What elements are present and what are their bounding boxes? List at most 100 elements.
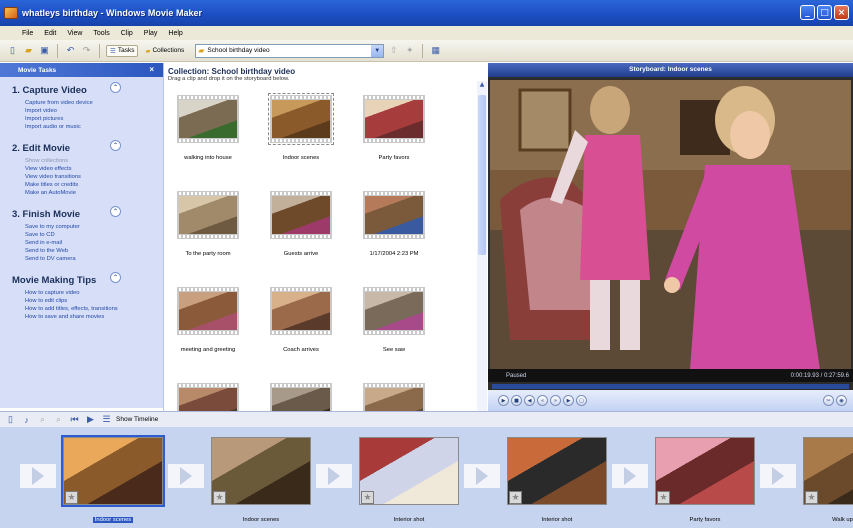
storyboard-clip[interactable]: ★ Interior shot xyxy=(359,437,459,523)
task-link[interactable]: Send to the Web xyxy=(0,247,163,255)
task-link[interactable]: Import video xyxy=(0,107,163,115)
task-link[interactable]: How to capture video xyxy=(0,289,163,297)
star-icon[interactable]: ★ xyxy=(509,491,522,504)
show-timeline-button[interactable]: Show Timeline xyxy=(116,416,158,423)
stop-icon[interactable]: ■ xyxy=(511,395,522,406)
collapse-chevron-icon[interactable]: ⌃ xyxy=(110,140,121,151)
transition-slot[interactable] xyxy=(464,464,500,488)
redo-icon[interactable]: ↷ xyxy=(80,44,93,57)
open-icon[interactable]: ▰ xyxy=(22,44,35,57)
task-link[interactable]: Make titles or credits xyxy=(0,181,163,189)
collection-clip[interactable] xyxy=(177,383,239,411)
star-icon[interactable]: ★ xyxy=(657,491,670,504)
star-icon[interactable]: ★ xyxy=(65,491,78,504)
star-icon[interactable]: ★ xyxy=(213,491,226,504)
transition-slot[interactable] xyxy=(20,464,56,488)
snapshot-icon[interactable]: ◉ xyxy=(836,395,847,406)
seek-bar[interactable] xyxy=(492,384,849,389)
task-link[interactable]: How to edit clips xyxy=(0,297,163,305)
new-folder-icon[interactable]: ✦ xyxy=(403,44,416,57)
menu-play[interactable]: Play xyxy=(144,30,158,37)
task-link[interactable]: Import pictures xyxy=(0,115,163,123)
storyboard-clip[interactable]: ★ Walk up to party xyxy=(803,437,853,523)
save-icon[interactable]: ▣ xyxy=(38,44,51,57)
rewind-icon[interactable]: « xyxy=(537,395,548,406)
menu-view[interactable]: View xyxy=(67,30,82,37)
toolbar-separator xyxy=(57,43,58,58)
task-link[interactable]: Send in e-mail xyxy=(0,239,163,247)
play-icon[interactable]: ▶ xyxy=(498,395,509,406)
task-link[interactable]: View video effects xyxy=(0,165,163,173)
task-link[interactable]: How to save and share movies xyxy=(0,313,163,321)
menu-clip[interactable]: Clip xyxy=(121,30,133,37)
close-button[interactable]: × xyxy=(834,5,849,20)
collection-clip[interactable]: To the party room xyxy=(177,191,239,257)
maximize-button[interactable]: □ xyxy=(817,5,832,20)
forward-icon[interactable]: » xyxy=(550,395,561,406)
collections-button[interactable]: ▰ Collections xyxy=(141,45,188,57)
chevron-down-icon[interactable]: ▼ xyxy=(371,44,384,57)
collection-select[interactable]: ▰ School birthday video ▼ xyxy=(195,43,385,58)
storyboard-clip[interactable]: ★ Indoor scenes xyxy=(61,435,165,523)
task-link[interactable]: Make an AutoMovie xyxy=(0,189,163,197)
next-frame-icon[interactable]: ▶ xyxy=(563,395,574,406)
transition-slot[interactable] xyxy=(168,464,204,488)
close-icon[interactable]: × xyxy=(149,65,154,74)
task-link[interactable]: How to add titles, effects, transitions xyxy=(0,305,163,313)
task-link[interactable]: View video transitions xyxy=(0,173,163,181)
storyboard-clip[interactable]: ★ Indoor scenes xyxy=(211,437,311,523)
transition-slot[interactable] xyxy=(760,464,796,488)
task-section-title[interactable]: 3. Finish Movie ⌃ xyxy=(0,201,163,221)
rewind-storyboard-icon[interactable]: ⏮ xyxy=(68,413,81,426)
menu-file[interactable]: File xyxy=(22,30,33,37)
new-project-icon[interactable]: ▯ xyxy=(6,44,19,57)
task-section-title[interactable]: 1. Capture Video ⌃ xyxy=(0,77,163,97)
up-folder-icon[interactable]: ⇧ xyxy=(387,44,400,57)
views-icon[interactable]: ▦ xyxy=(429,44,442,57)
minimize-button[interactable]: _ xyxy=(800,5,815,20)
scrollbar-thumb[interactable] xyxy=(478,95,486,255)
storyboard-clip[interactable]: ★ Interior shot xyxy=(507,437,607,523)
transition-slot[interactable] xyxy=(612,464,648,488)
menu-edit[interactable]: Edit xyxy=(44,30,56,37)
task-link[interactable]: Save to CD xyxy=(0,231,163,239)
tasks-button[interactable]: ☰ Tasks xyxy=(106,44,139,57)
menu-help[interactable]: Help xyxy=(168,30,182,37)
collection-clip[interactable]: Coach arrives xyxy=(270,287,332,353)
task-link[interactable]: Save to my computer xyxy=(0,223,163,231)
star-icon[interactable]: ★ xyxy=(361,491,374,504)
star-icon[interactable]: ★ xyxy=(805,491,818,504)
fullscreen-icon[interactable]: ▢ xyxy=(576,395,587,406)
play-storyboard-icon[interactable]: ▶ xyxy=(84,413,97,426)
collection-clip[interactable]: walking into house xyxy=(177,95,239,161)
zoom-in-icon[interactable]: ⌕ xyxy=(36,413,49,426)
collection-clip[interactable]: Party favors xyxy=(363,95,425,161)
collapse-chevron-icon[interactable]: ⌃ xyxy=(110,206,121,217)
split-icon[interactable]: ✂ xyxy=(823,395,834,406)
narrate-icon[interactable]: ▯ xyxy=(4,413,17,426)
task-link[interactable]: Capture from video device xyxy=(0,99,163,107)
task-link[interactable]: Send to DV camera xyxy=(0,255,163,263)
transition-slot[interactable] xyxy=(316,464,352,488)
task-section-title[interactable]: 2. Edit Movie ⌃ xyxy=(0,135,163,155)
collection-scrollbar[interactable]: ▲ xyxy=(477,81,487,411)
collection-clip[interactable]: 1/17/2004 2:23 PM xyxy=(363,191,425,257)
collection-clip[interactable] xyxy=(270,383,332,411)
task-link[interactable]: Import audio or music xyxy=(0,123,163,131)
collapse-chevron-icon[interactable]: ⌃ xyxy=(110,82,121,93)
storyboard-clip[interactable]: ★ Party favors xyxy=(655,437,755,523)
collapse-chevron-icon[interactable]: ⌃ xyxy=(110,272,121,283)
scroll-up-icon[interactable]: ▲ xyxy=(478,81,486,91)
collection-clip[interactable]: See saw xyxy=(363,287,425,353)
collection-clip[interactable]: Guests arrive xyxy=(270,191,332,257)
task-section-title[interactable]: Movie Making Tips ⌃ xyxy=(0,267,163,287)
collection-clip[interactable]: Indoor scenes xyxy=(268,93,334,161)
previous-frame-icon[interactable]: ◀ xyxy=(524,395,535,406)
collection-clip[interactable] xyxy=(363,383,425,411)
task-link[interactable]: Show collections xyxy=(0,157,163,165)
menu-tools[interactable]: Tools xyxy=(93,30,109,37)
zoom-out-icon[interactable]: ⌕ xyxy=(52,413,65,426)
collection-clip[interactable]: meeting and greeting xyxy=(177,287,239,353)
audio-levels-icon[interactable]: ♪ xyxy=(20,413,33,426)
undo-icon[interactable]: ↶ xyxy=(64,44,77,57)
